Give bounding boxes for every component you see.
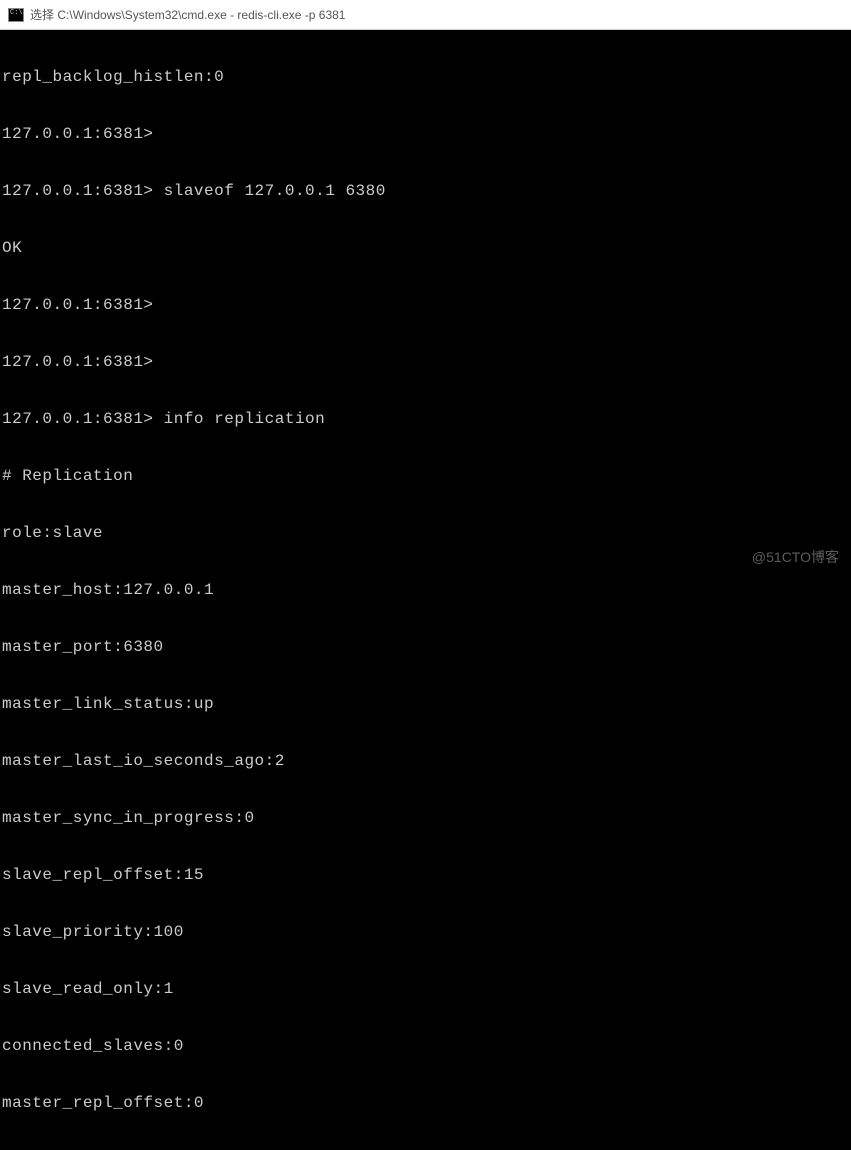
terminal-line: slave_read_only:1 [2,980,849,999]
terminal-output[interactable]: repl_backlog_histlen:0 127.0.0.1:6381> 1… [0,30,851,1150]
terminal-line: repl_backlog_histlen:0 [2,68,849,87]
terminal-line: master_link_status:up [2,695,849,714]
terminal-line: # Replication [2,467,849,486]
terminal-line: 127.0.0.1:6381> info replication [2,410,849,429]
terminal-line: 127.0.0.1:6381> slaveof 127.0.0.1 6380 [2,182,849,201]
terminal-line: master_port:6380 [2,638,849,657]
terminal-line: master_sync_in_progress:0 [2,809,849,828]
terminal-line: 127.0.0.1:6381> [2,353,849,372]
terminal-line: OK [2,239,849,258]
terminal-line: slave_priority:100 [2,923,849,942]
cmd-icon [8,8,24,22]
title-prefix: 选择 [30,8,54,22]
terminal-line: connected_slaves:0 [2,1037,849,1056]
terminal-line: role:slave [2,524,849,543]
terminal-line: master_host:127.0.0.1 [2,581,849,600]
terminal-line: 127.0.0.1:6381> [2,296,849,315]
window-titlebar[interactable]: 选择 C:\Windows\System32\cmd.exe - redis-c… [0,0,851,30]
terminal-line: master_repl_offset:0 [2,1094,849,1113]
title-path: C:\Windows\System32\cmd.exe - redis-cli.… [57,8,345,22]
terminal-line: master_last_io_seconds_ago:2 [2,752,849,771]
watermark: @51CTO博客 [752,547,839,567]
terminal-line: slave_repl_offset:15 [2,866,849,885]
terminal-line: 127.0.0.1:6381> [2,125,849,144]
window-title: 选择 C:\Windows\System32\cmd.exe - redis-c… [30,6,345,23]
